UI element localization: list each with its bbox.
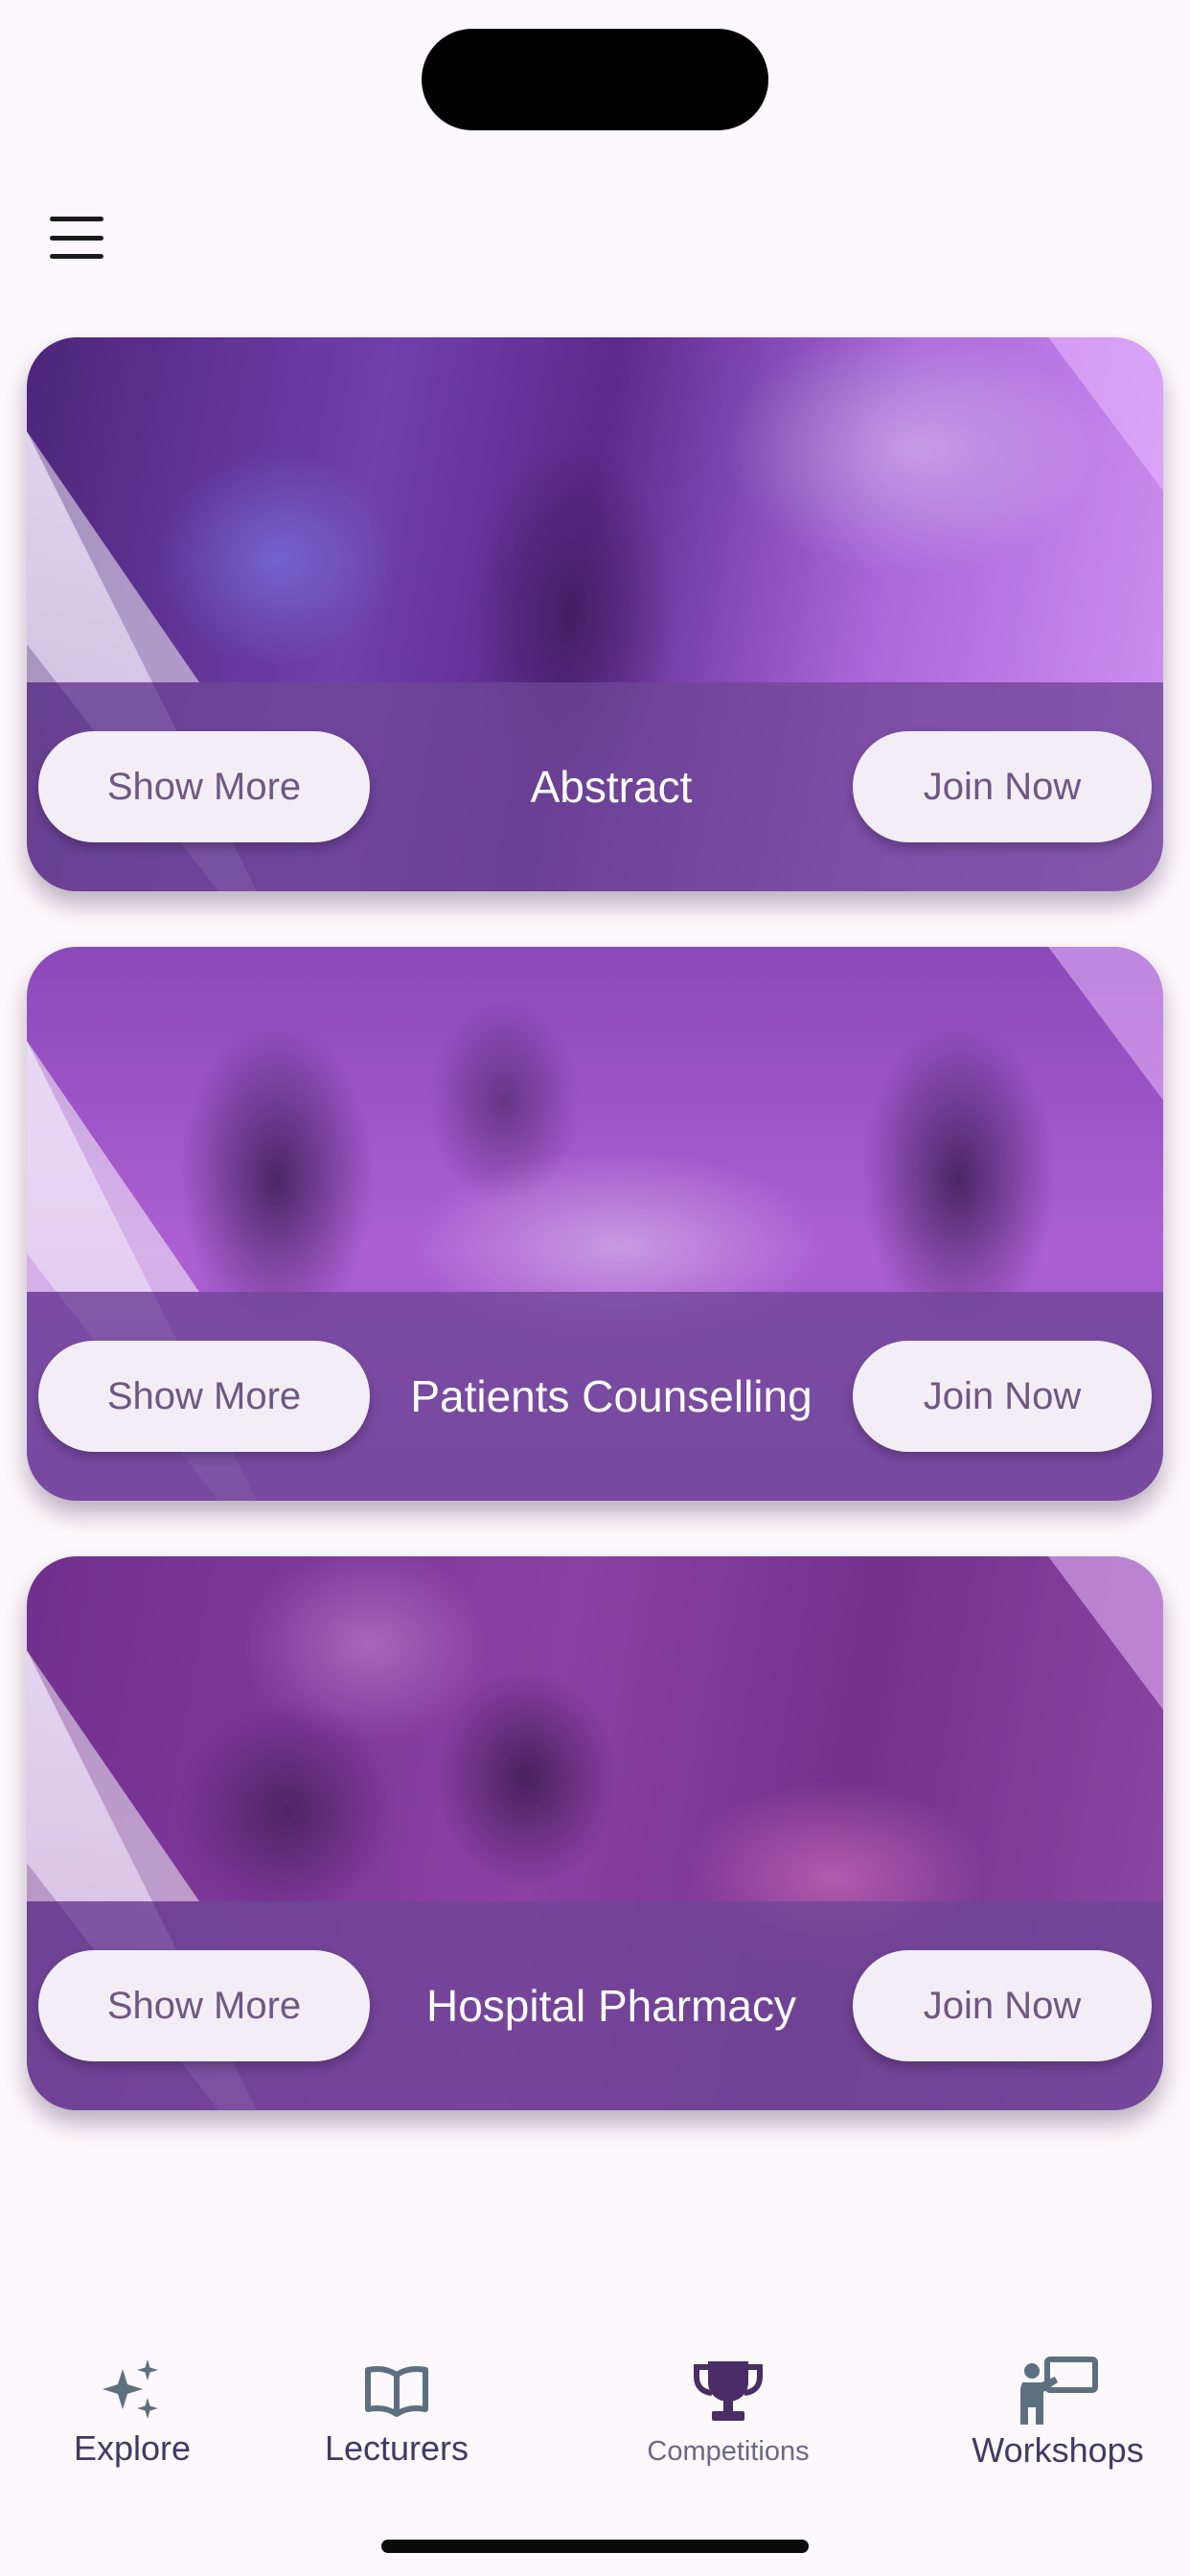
open-book-icon [365, 2366, 428, 2417]
tab-explore[interactable]: Explore [17, 2356, 247, 2469]
course-card-hospital-pharmacy[interactable]: Show More Hospital Pharmacy Join Now [27, 1556, 1163, 2110]
sparkles-icon [103, 2359, 158, 2419]
card-action-bar: Show More Hospital Pharmacy Join Now [27, 1901, 1163, 2110]
card-title: Patients Counselling [410, 1371, 812, 1421]
show-more-button[interactable]: Show More [38, 1341, 370, 1452]
card-title: Abstract [530, 762, 693, 812]
dynamic-island [422, 29, 768, 130]
home-indicator[interactable] [381, 2540, 809, 2553]
course-card-patients-counselling[interactable]: Show More Patients Counselling Join Now [27, 947, 1163, 1501]
join-now-button[interactable]: Join Now [853, 1950, 1152, 2061]
menu-line [50, 217, 103, 221]
show-more-button[interactable]: Show More [38, 731, 370, 842]
card-title: Hospital Pharmacy [425, 1981, 797, 2031]
tab-competitions[interactable]: Competitions [613, 2356, 843, 2468]
show-more-button[interactable]: Show More [38, 1950, 370, 2061]
tab-lecturers[interactable]: Lecturers [282, 2356, 512, 2469]
tab-label: Competitions [647, 2436, 810, 2467]
hamburger-menu-icon[interactable] [50, 217, 103, 259]
bottom-tab-bar: Explore Lecturers Competitions Workshops [0, 2319, 1190, 2576]
tab-label: Lecturers [324, 2428, 469, 2468]
card-action-bar: Show More Abstract Join Now [27, 682, 1163, 891]
menu-line [50, 235, 103, 241]
course-card-abstract[interactable]: Show More Abstract Join Now [27, 337, 1163, 891]
app-screen: Show More Abstract Join Now Show More Pa… [0, 0, 1190, 2576]
tab-label: Workshops [972, 2430, 1144, 2470]
trophy-icon [694, 2361, 763, 2421]
presenter-board-icon [1020, 2357, 1098, 2425]
menu-line [50, 254, 103, 259]
tab-label: Explore [73, 2428, 192, 2468]
tab-workshops[interactable]: Workshops [943, 2356, 1173, 2471]
join-now-button[interactable]: Join Now [853, 731, 1152, 842]
join-now-button[interactable]: Join Now [853, 1341, 1152, 1452]
card-action-bar: Show More Patients Counselling Join Now [27, 1292, 1163, 1501]
